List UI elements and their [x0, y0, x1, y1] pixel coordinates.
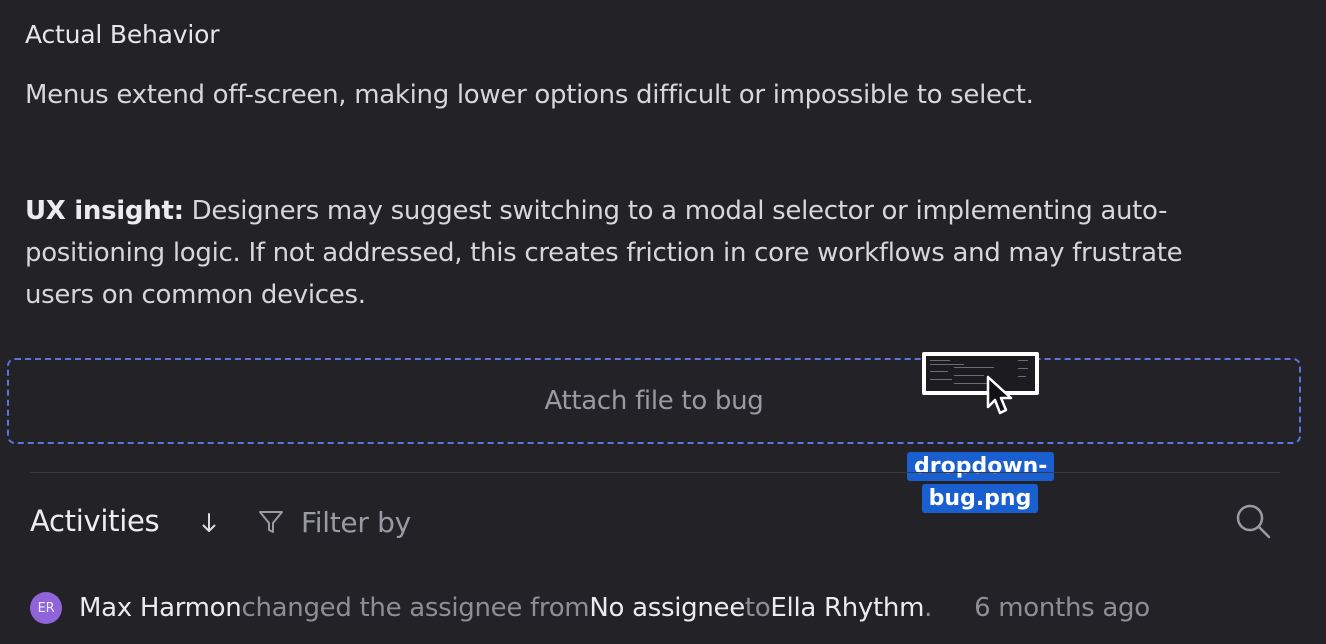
ux-insight-line-1: Designers may suggest switching to a mod…	[183, 196, 1168, 226]
avatar[interactable]: ER	[30, 592, 62, 624]
attach-file-dropzone[interactable]: Attach file to bug	[7, 358, 1301, 444]
activity-actor[interactable]: Max Harmon	[79, 593, 242, 623]
activity-timestamp: 6 months ago	[974, 593, 1150, 623]
activity-item: ER Max Harmon changed the assignee from …	[30, 588, 1150, 628]
activity-to-word: to	[744, 593, 771, 623]
dragged-file-name-line-1: dropdown-	[907, 452, 1055, 481]
arrow-down-icon[interactable]	[200, 510, 218, 536]
ux-insight-line-2: positioning logic. If not addressed, thi…	[25, 238, 1183, 268]
filter-by-label: Filter by	[301, 505, 411, 539]
activity-period: .	[924, 593, 933, 623]
dragged-file-thumbnail	[922, 352, 1039, 395]
attach-file-label: Attach file to bug	[544, 386, 764, 416]
section-divider	[30, 472, 1280, 473]
activity-from-value: No assignee	[589, 593, 745, 623]
mouse-pointer-icon	[986, 375, 1013, 415]
funnel-icon	[259, 511, 283, 533]
ux-insight-line-3: users on common devices.	[25, 280, 366, 310]
actual-behavior-heading: Actual Behavior	[25, 20, 220, 49]
activities-title: Activities	[30, 504, 160, 538]
filter-by-button[interactable]: Filter by	[257, 502, 411, 542]
issue-detail-page: Actual Behavior Menus extend off-screen,…	[0, 0, 1326, 644]
thumbnail-preview	[926, 356, 1035, 391]
ux-insight-paragraph: UX insight: Designers may suggest switch…	[25, 190, 1245, 316]
activity-action: changed the assignee from	[241, 593, 590, 623]
actual-behavior-text: Menus extend off-screen, making lower op…	[25, 80, 1034, 110]
activity-to-value[interactable]: Ella Rhythm	[770, 593, 924, 623]
ux-insight-label: UX insight:	[25, 196, 184, 226]
search-icon[interactable]	[1234, 502, 1272, 540]
activities-header: Activities Filter by	[30, 500, 1280, 546]
